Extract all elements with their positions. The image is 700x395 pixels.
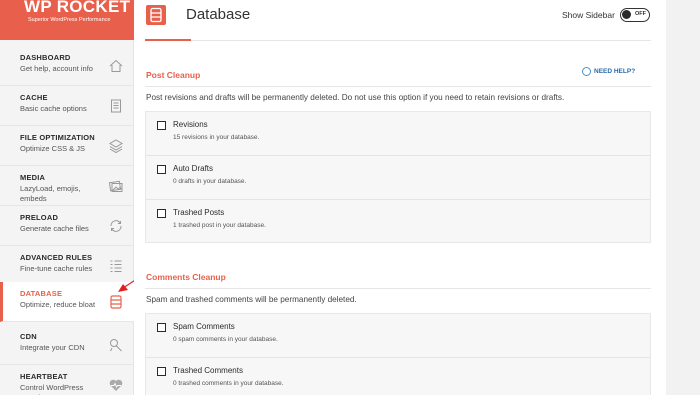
sidebar-item-cache[interactable]: CACHE Basic cache options [0, 86, 134, 126]
sidebar-item-dashboard[interactable]: DASHBOARD Get help, account info [0, 46, 134, 86]
sidebar-item-desc: Fine-tune cache rules [20, 264, 93, 273]
database-header-icon [146, 5, 166, 25]
sidebar-item-heartbeat[interactable]: HEARTBEAT Control WordPress Heartbeat AP… [0, 365, 134, 395]
cdn-icon [110, 339, 122, 352]
section-divider [145, 288, 651, 289]
comments-cleanup-options: Spam Comments 0 spam comments in your da… [145, 313, 651, 395]
post-cleanup-options: Revisions 15 revisions in your database.… [145, 111, 651, 243]
option-label: Revisions [173, 120, 208, 129]
trashed-comments-checkbox[interactable] [157, 367, 166, 376]
sidebar-item-desc: Optimize CSS & JS [20, 144, 86, 153]
show-sidebar-toggle[interactable]: OFF [620, 8, 650, 22]
refresh-icon [110, 220, 122, 232]
sidebar-item-title: PRELOAD [20, 213, 59, 222]
option-count: 0 trashed comments in your database. [173, 380, 284, 387]
sidebar-item-title: HEARTBEAT [20, 372, 68, 381]
layers-icon [109, 139, 123, 154]
option-count: 1 trashed post in your database. [173, 222, 266, 229]
sidebar-item-title: ADVANCED RULES [20, 253, 93, 262]
sidebar-item-media[interactable]: MEDIA LazyLoad, emojis, embeds [0, 166, 134, 206]
auto-drafts-checkbox[interactable] [157, 165, 166, 174]
house-icon [109, 59, 123, 72]
spam-comments-checkbox[interactable] [157, 323, 166, 332]
sidebar-item-file-optimization[interactable]: FILE OPTIMIZATION Optimize CSS & JS [0, 126, 134, 166]
post-cleanup-description: Post revisions and drafts will be perman… [146, 93, 565, 102]
sidebar-item-desc: LazyLoad, emojis, embeds [20, 184, 81, 203]
logo-title: WP ROCKET [24, 0, 131, 16]
wp-rocket-logo[interactable]: WP ROCKET Superior WordPress Performance [0, 0, 134, 40]
post-cleanup-title: Post Cleanup [146, 70, 201, 80]
sidebar-item-cdn[interactable]: CDN Integrate your CDN [0, 325, 134, 365]
document-icon [111, 99, 121, 113]
sidebar-item-title: DATABASE [20, 289, 63, 298]
main-panel: Database Show Sidebar OFF Post Cleanup N… [134, 0, 666, 395]
option-label: Spam Comments [173, 322, 235, 331]
logo-subtitle: Superior WordPress Performance [28, 17, 111, 23]
toggle-state: OFF [635, 11, 646, 17]
comments-cleanup-title: Comments Cleanup [146, 272, 226, 282]
option-auto-drafts[interactable]: Auto Drafts 0 drafts in your database. [146, 156, 650, 200]
sidebar-item-desc: Generate cache files [20, 224, 89, 233]
option-label: Auto Drafts [173, 164, 214, 173]
sidebar-item-title: DASHBOARD [20, 53, 71, 62]
revisions-checkbox[interactable] [157, 121, 166, 130]
option-spam-comments[interactable]: Spam Comments 0 spam comments in your da… [146, 314, 650, 358]
images-icon [108, 180, 123, 192]
lifebuoy-icon [582, 67, 591, 76]
section-divider [145, 86, 651, 87]
page-background [666, 0, 700, 395]
option-label: Trashed Comments [173, 366, 243, 375]
toggle-knob [622, 10, 631, 19]
heartbeat-icon [109, 379, 123, 391]
option-count: 15 revisions in your database. [173, 134, 260, 141]
option-trashed-posts[interactable]: Trashed Posts 1 trashed post in your dat… [146, 200, 650, 244]
comments-cleanup-description: Spam and trashed comments will be perman… [146, 295, 357, 304]
sidebar-item-desc: Get help, account info [20, 64, 93, 73]
title-divider [145, 40, 651, 41]
page-title: Database [186, 6, 251, 23]
sidebar-item-title: CDN [20, 332, 37, 341]
option-label: Trashed Posts [173, 208, 225, 217]
sidebar-item-desc: Basic cache options [20, 104, 87, 113]
sidebar-item-desc: Control WordPress Heartbeat API [20, 383, 84, 395]
sidebar-item-desc: Optimize, reduce bloat [20, 300, 96, 309]
option-count: 0 drafts in your database. [173, 178, 247, 185]
option-trashed-comments[interactable]: Trashed Comments 0 trashed comments in y… [146, 358, 650, 395]
show-sidebar-label: Show Sidebar [562, 10, 615, 20]
title-accent-bar [145, 39, 191, 41]
trashed-posts-checkbox[interactable] [157, 209, 166, 218]
sidebar-item-preload[interactable]: PRELOAD Generate cache files [0, 206, 134, 246]
need-help-link[interactable]: NEED HELP? [594, 68, 635, 75]
sidebar-item-title: FILE OPTIMIZATION [20, 133, 95, 142]
sidebar-item-title: CACHE [20, 93, 48, 102]
option-revisions[interactable]: Revisions 15 revisions in your database. [146, 112, 650, 156]
sidebar-item-desc: Integrate your CDN [20, 343, 85, 352]
sidebar-item-title: MEDIA [20, 173, 46, 182]
option-count: 0 spam comments in your database. [173, 336, 278, 343]
sidebar: WP ROCKET Superior WordPress Performance… [0, 0, 134, 395]
